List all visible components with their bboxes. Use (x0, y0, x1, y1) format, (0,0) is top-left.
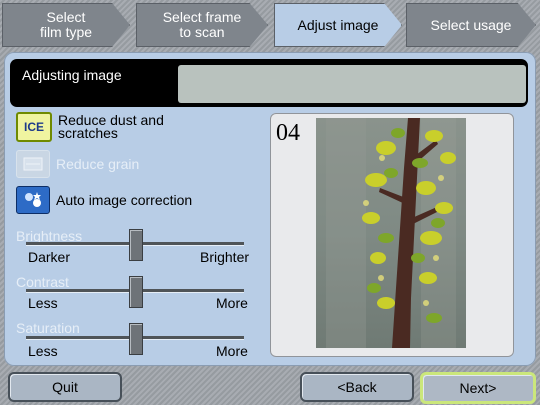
step-adjust-image[interactable]: Adjust image (274, 3, 402, 47)
page-title: Adjusting image (22, 67, 122, 83)
contrast-max-label: More (216, 295, 248, 311)
step-navigation: Select film type Select frame to scan Ad… (0, 0, 540, 52)
reduce-dust-option[interactable]: ICE Reduce dust and scratches (16, 112, 164, 142)
step-select-film-type[interactable]: Select film type (2, 3, 130, 47)
auto-correction-option[interactable]: Auto image correction (16, 186, 192, 214)
auto-correction-label: Auto image correction (56, 191, 193, 208)
ice-icon[interactable]: ICE (16, 112, 52, 142)
next-button[interactable]: Next> (420, 372, 536, 404)
contrast-slider-handle[interactable] (129, 276, 143, 308)
reduce-grain-option[interactable]: Reduce grain (16, 150, 139, 178)
reduce-grain-label: Reduce grain (56, 155, 140, 172)
saturation-title: Saturation (16, 320, 80, 336)
saturation-min-label: Less (28, 343, 58, 359)
contrast-title: Contrast (16, 274, 69, 290)
preview-image (316, 118, 466, 348)
brightness-min-label: Darker (28, 249, 71, 265)
auto-correction-icon[interactable] (16, 186, 50, 214)
saturation-slider-handle[interactable] (129, 323, 143, 355)
brightness-max-label: Brighter (200, 249, 250, 265)
saturation-max-label: More (216, 343, 248, 359)
brightness-slider-handle[interactable] (129, 229, 143, 261)
status-field (178, 65, 526, 103)
frame-number: 04 (276, 120, 300, 146)
reduce-dust-label: Reduce dust and scratches (58, 112, 164, 141)
step-select-frame[interactable]: Select frame to scan (136, 3, 268, 47)
grain-icon[interactable] (16, 150, 50, 178)
quit-button[interactable]: Quit (8, 372, 122, 402)
contrast-min-label: Less (28, 295, 58, 311)
back-button[interactable]: <Back (300, 372, 414, 402)
step-select-usage[interactable]: Select usage (406, 3, 536, 47)
